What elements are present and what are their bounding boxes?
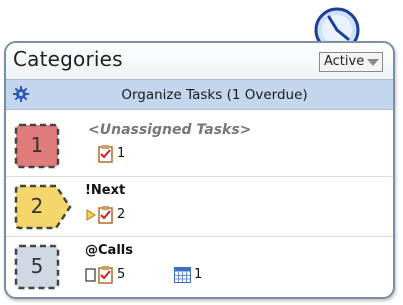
task-count: 1 xyxy=(117,146,126,161)
badge-number: 2 xyxy=(30,194,44,218)
category-row-next[interactable]: 2 !Next 2 xyxy=(6,176,393,236)
calendar-count: 1 xyxy=(194,267,203,282)
category-badge: 5 xyxy=(14,244,60,290)
organize-tasks-label: Organize Tasks (1 Overdue) xyxy=(121,87,308,103)
view-filter-value: Active xyxy=(324,54,365,69)
task-checklist-icon xyxy=(98,266,113,284)
category-badge: 2 xyxy=(14,184,72,230)
categories-panel: Categories Active Organize Tasks (1 Over… xyxy=(4,41,395,299)
category-row-unassigned[interactable]: 1 <Unassigned Tasks> 1 xyxy=(6,116,393,176)
task-count: 2 xyxy=(117,207,126,222)
organize-tasks-bar[interactable]: Organize Tasks (1 Overdue) xyxy=(6,79,393,110)
expand-arrow-icon[interactable] xyxy=(86,209,96,221)
category-badge: 1 xyxy=(14,123,60,169)
task-count: 5 xyxy=(117,267,126,282)
calendar-icon xyxy=(174,267,191,283)
category-row-calls[interactable]: 5 @Calls 5 1 xyxy=(6,236,393,296)
category-name: @Calls xyxy=(85,243,133,258)
chevron-down-icon xyxy=(367,59,379,66)
page-title: Categories xyxy=(13,47,123,71)
task-checklist-icon xyxy=(98,145,113,163)
category-name: !Next xyxy=(85,183,126,198)
badge-number: 5 xyxy=(30,254,44,278)
badge-number: 1 xyxy=(30,133,44,157)
view-filter-dropdown[interactable]: Active xyxy=(319,52,383,72)
task-checklist-icon xyxy=(98,206,113,224)
checkbox-icon[interactable] xyxy=(85,268,96,282)
category-name: <Unassigned Tasks> xyxy=(88,122,252,138)
panel-header: Categories Active xyxy=(6,43,393,79)
